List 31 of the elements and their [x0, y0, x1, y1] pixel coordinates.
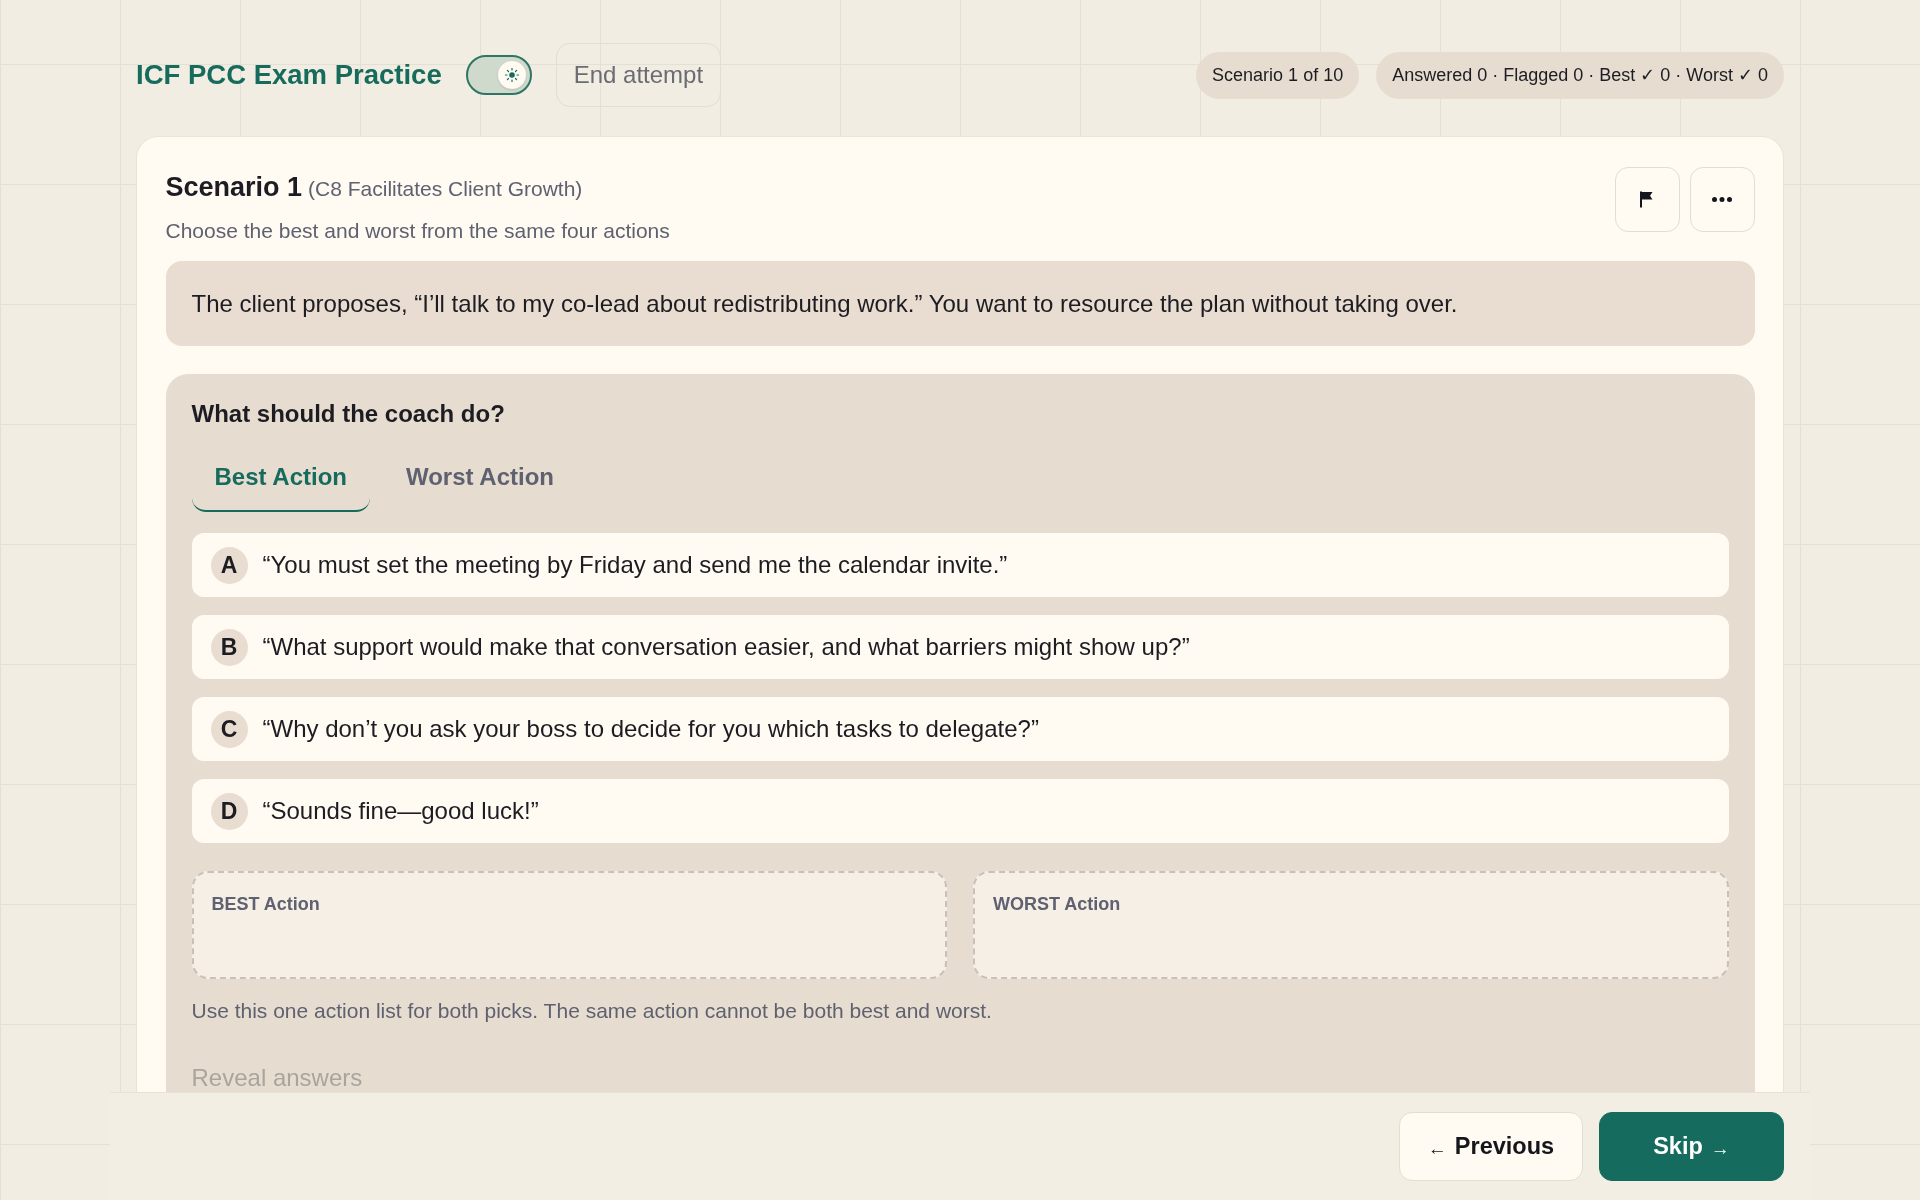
theme-toggle[interactable] [465, 55, 532, 95]
skip-button[interactable]: Skip → [1599, 1112, 1784, 1181]
action-option[interactable]: A “You must set the meeting by Friday and send me the calendar invite.” [191, 533, 1729, 597]
option-letter: A [210, 546, 248, 584]
action-option[interactable]: D “Sounds fine—good luck!” [191, 779, 1729, 843]
previous-button[interactable]: ← Previous [1399, 1112, 1583, 1181]
question-heading: What should the coach do? [191, 400, 506, 428]
action-option[interactable]: B “What support would make that conversation easier, and what barriers might show up?” [191, 615, 1729, 679]
option-letter: D [210, 792, 248, 830]
answer-stats: Answered 0 · Flagged 0 · Best ✓ 0 · Worst ✓ 0 [1376, 51, 1784, 99]
scenario-prompt: The client proposes, “I’ll talk to my co-lead about redistributing work.” You want to resource the plan without taking over. [165, 261, 1755, 346]
option-letter: C [210, 710, 248, 748]
option-letter: B [210, 628, 248, 666]
sun-icon [497, 61, 526, 89]
drop-zone[interactable]: BEST Action [191, 871, 947, 979]
drop-zone-label: WORST Action [993, 893, 1121, 915]
action-tab[interactable]: Worst Action [382, 447, 577, 512]
ellipsis-icon [1712, 197, 1732, 202]
drop-zone[interactable]: WORST Action [973, 871, 1729, 979]
scenario-counter: Scenario 1 of 10 [1196, 51, 1360, 99]
drop-zone-label: BEST Action [211, 893, 320, 915]
action-tab[interactable]: Best Action [191, 447, 370, 512]
instructions-text: Choose the best and worst from the same four actions [165, 218, 670, 244]
action-option[interactable]: C “Why don’t you ask your boss to decide for you which tasks to delegate?” [191, 697, 1729, 761]
flag-button[interactable] [1614, 167, 1680, 232]
scenario-title: Scenario 1 [165, 171, 303, 203]
end-attempt-button[interactable]: End attempt [555, 43, 722, 107]
competency-label: (C8 Facilitates Client Growth) [308, 175, 583, 201]
flag-icon [1640, 191, 1654, 208]
help-note: Use this one action list for both picks. The same action cannot be both best and worst. [191, 999, 993, 1023]
app-title: ICF PCC Exam Practice [136, 59, 442, 91]
